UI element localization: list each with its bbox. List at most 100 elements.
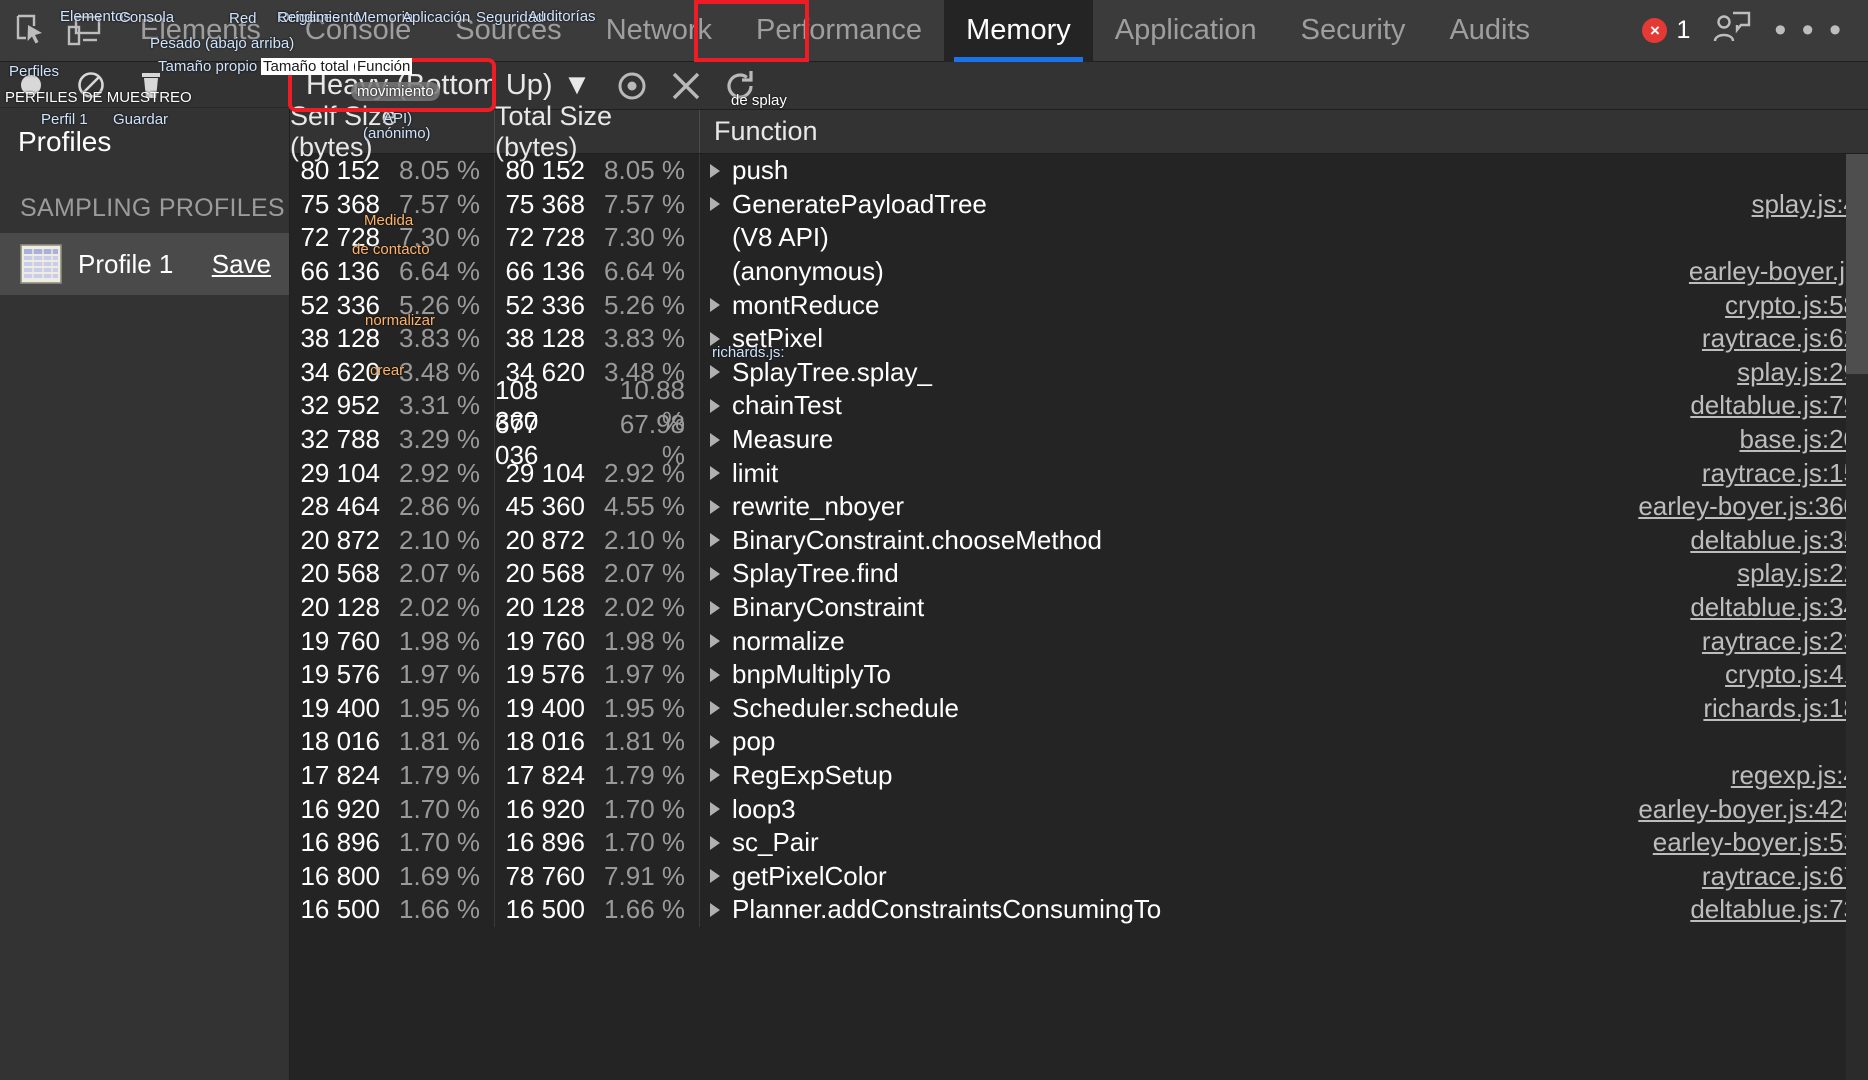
expand-triangle-icon[interactable] <box>710 802 720 817</box>
table-row[interactable]: 80 152 8.05 % 80 152 8.05 % push <box>290 154 1868 188</box>
function-name: Measure <box>732 424 834 455</box>
table-row[interactable]: 16 896 1.70 % 16 896 1.70 % sc_Pair earley-bo… <box>290 825 1868 860</box>
self-size-percent: 3.48 % <box>399 356 480 387</box>
expand-triangle-icon[interactable] <box>710 634 720 649</box>
expand-triangle-icon[interactable] <box>710 398 720 413</box>
table-row[interactable]: 52 336 5.26 % 52 336 5.26 % montReduce crypto… <box>290 288 1868 322</box>
scrollbar-thumb[interactable] <box>1846 154 1868 374</box>
total-size-percent: 1.97 % <box>604 659 685 690</box>
table-row[interactable]: 16 920 1.70 % 16 920 1.70 % loop3 earley-boye… <box>290 792 1868 826</box>
source-link[interactable]: raytrace.js:15 <box>1702 458 1868 489</box>
annotation-label: Pesado (abajo arriba) <box>150 35 295 52</box>
cell-function: setPixel raytrace.js:62 <box>700 323 1868 354</box>
source-link[interactable]: raytrace.js:67 <box>1702 861 1868 892</box>
source-link[interactable]: raytrace.js:23 <box>1702 626 1868 657</box>
table-row[interactable]: 29 104 2.92 % 29 104 2.92 % limit raytrace.js… <box>290 456 1868 490</box>
cell-function: sc_Pair earley-boyer.js:53 <box>700 827 1868 858</box>
expand-triangle-icon[interactable] <box>710 600 720 615</box>
expand-triangle-icon[interactable] <box>710 163 720 178</box>
table-row[interactable]: 19 576 1.97 % 19 576 1.97 % bnpMultiplyTo cry… <box>290 657 1868 692</box>
source-link[interactable]: deltablue.js:73 <box>1690 894 1868 925</box>
self-size-value: 19 576 <box>300 659 380 690</box>
tab-memory[interactable]: Memory <box>944 0 1093 62</box>
cell-function: rewrite_nboyer earley-boyer.js:360 <box>700 491 1868 522</box>
self-size-value: 20 872 <box>300 524 380 555</box>
cell-total-size: 29 104 2.92 % <box>495 456 700 490</box>
function-name: BinaryConstraint.chooseMethod <box>732 524 1102 555</box>
sidebar-item-profile-1[interactable]: Profile 1 Save <box>0 233 289 295</box>
cell-total-size: 72 728 7.30 % <box>495 221 700 255</box>
expand-triangle-icon[interactable] <box>710 197 720 212</box>
expand-triangle-icon[interactable] <box>710 667 720 682</box>
column-header-total-size[interactable]: Total Size (bytes) <box>495 101 700 162</box>
expand-triangle-icon[interactable] <box>710 869 720 884</box>
cell-self-size: 19 400 1.95 % <box>290 691 495 726</box>
source-link[interactable]: earley-boyer.js:360 <box>1638 491 1868 522</box>
table-row[interactable]: 19 400 1.95 % 19 400 1.95 % Scheduler.schedu… <box>290 691 1868 726</box>
table-row[interactable]: 66 136 6.64 % 66 136 6.64 % (anonymous) earle… <box>290 254 1868 289</box>
table-row[interactable]: 75 368 7.57 % 75 368 7.57 % GeneratePayloadT… <box>290 187 1868 222</box>
vertical-scrollbar[interactable] <box>1846 154 1868 1080</box>
cell-total-size: 78 760 7.91 % <box>495 859 700 894</box>
expand-triangle-icon[interactable] <box>710 734 720 749</box>
overflow-menu-icon[interactable]: • • • <box>1774 13 1844 47</box>
source-link[interactable]: earley-boyer.js:53 <box>1653 827 1868 858</box>
expand-triangle-icon[interactable] <box>710 701 720 716</box>
source-link[interactable]: deltablue.js:79 <box>1690 390 1868 421</box>
table-row[interactable]: 19 760 1.98 % 19 760 1.98 % normalize raytrac… <box>290 624 1868 658</box>
source-link[interactable]: richards.js:18 <box>1703 693 1868 724</box>
table-row[interactable]: 20 568 2.07 % 20 568 2.07 % SplayTree.find sp… <box>290 557 1868 591</box>
table-row[interactable]: 18 016 1.81 % 18 016 1.81 % pop <box>290 725 1868 759</box>
feedback-icon[interactable] <box>1712 11 1752 50</box>
profile-save-link[interactable]: Save <box>212 249 271 280</box>
expand-triangle-icon[interactable] <box>710 768 720 783</box>
tab-application[interactable]: Application <box>1093 0 1279 62</box>
function-name: loop3 <box>732 793 796 824</box>
table-row[interactable]: 32 788 3.29 % 677 036 67.98 % Measure base.js… <box>290 409 1868 470</box>
table-row[interactable]: 17 824 1.79 % 17 824 1.79 % RegExpSetup regex… <box>290 758 1868 793</box>
expand-triangle-icon[interactable] <box>710 902 720 917</box>
total-size-value: 72 728 <box>505 222 585 253</box>
self-size-value: 34 620 <box>300 356 380 387</box>
tab-performance[interactable]: Performance <box>734 0 944 62</box>
total-size-percent: 7.30 % <box>604 222 685 253</box>
total-size-percent: 2.02 % <box>604 592 685 623</box>
source-link[interactable]: deltablue.js:34 <box>1690 592 1868 623</box>
self-size-value: 20 568 <box>300 558 380 589</box>
expand-triangle-icon[interactable] <box>710 499 720 514</box>
source-link[interactable]: deltablue.js:35 <box>1690 525 1868 556</box>
tab-security[interactable]: Security <box>1279 0 1428 62</box>
error-badge[interactable]: × 1 <box>1642 16 1690 45</box>
self-size-value: 29 104 <box>300 457 380 488</box>
memory-profile-panel: Heavy (Bottom Up) ▼ Self Size (bytes) To… <box>290 62 1868 1080</box>
expand-triangle-icon[interactable] <box>710 835 720 850</box>
table-row[interactable]: 16 500 1.66 % 16 500 1.66 % Planner.addConst… <box>290 893 1868 927</box>
expand-triangle-icon[interactable] <box>710 432 720 447</box>
expand-triangle-icon[interactable] <box>710 298 720 313</box>
self-size-percent: 1.69 % <box>399 860 480 891</box>
column-header-function[interactable]: Function <box>700 110 1868 153</box>
inspect-element-icon[interactable] <box>10 11 50 51</box>
expand-triangle-icon[interactable] <box>710 566 720 581</box>
tab-network[interactable]: Network <box>584 0 734 62</box>
cell-total-size: 75 368 7.57 % <box>495 187 700 222</box>
self-size-percent: 8.05 % <box>399 155 480 186</box>
table-row[interactable]: 16 800 1.69 % 78 760 7.91 % getPixelColor ray… <box>290 859 1868 894</box>
cell-function: Measure base.js:20 <box>700 424 1868 455</box>
table-row[interactable]: 20 128 2.02 % 20 128 2.02 % BinaryConstraint… <box>290 590 1868 625</box>
profile-table-body: 80 152 8.05 % 80 152 8.05 % push 75 368 7.57 %… <box>290 154 1868 927</box>
self-size-value: 19 400 <box>300 692 380 723</box>
source-link[interactable]: earley-boyer.js <box>1689 256 1868 287</box>
tab-audits[interactable]: Audits <box>1427 0 1552 62</box>
expand-triangle-icon[interactable] <box>710 533 720 548</box>
source-link[interactable]: raytrace.js:62 <box>1702 323 1868 354</box>
table-row[interactable]: 28 464 2.86 % 45 360 4.55 % rewrite_nboyer ea… <box>290 489 1868 524</box>
expand-triangle-icon[interactable] <box>710 365 720 380</box>
table-row[interactable]: 20 872 2.10 % 20 872 2.10 % BinaryConstraint… <box>290 523 1868 558</box>
source-link[interactable]: earley-boyer.js:428 <box>1638 794 1868 825</box>
cell-function: pop <box>700 726 1868 757</box>
table-row[interactable]: 72 728 7.30 % 72 728 7.30 % (V8 API) <box>290 221 1868 255</box>
expand-triangle-icon[interactable] <box>710 466 720 481</box>
profiles-sidebar: Profiles SAMPLING PROFILES Profile 1 Sav… <box>0 62 290 1080</box>
table-row[interactable]: 38 128 3.83 % 38 128 3.83 % setPixel raytrace… <box>290 321 1868 356</box>
